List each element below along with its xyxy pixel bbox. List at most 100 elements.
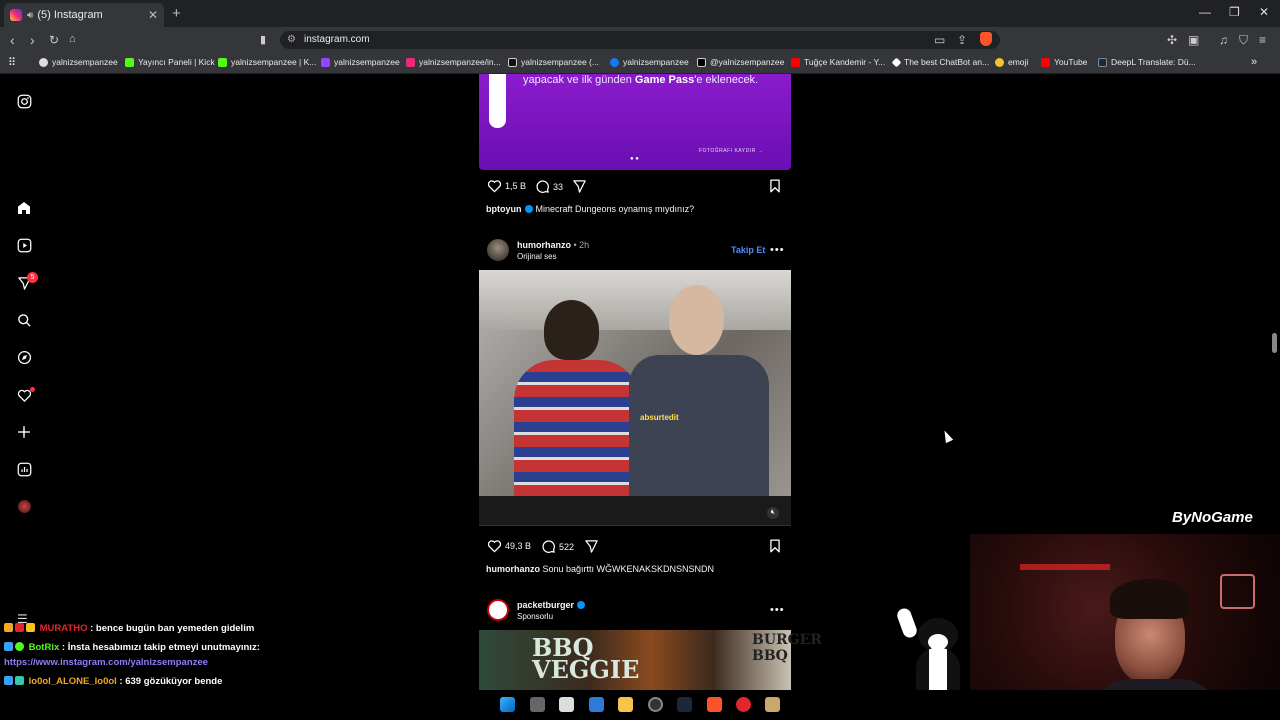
file-explorer-icon[interactable] <box>618 697 633 712</box>
bookmark-item[interactable]: DeepL Translate: Dü... <box>1098 57 1196 67</box>
chat-text: : İnsta hesabımızı takip etmeyi unutmayı… <box>59 642 260 653</box>
site-settings-icon[interactable]: ⚙ <box>287 34 296 45</box>
save-button[interactable] <box>769 539 784 553</box>
caption-username[interactable]: humorhanzo <box>486 564 540 574</box>
comment-button[interactable]: 522 <box>541 539 574 554</box>
minimize-icon[interactable]: — <box>1199 5 1211 19</box>
reload-icon[interactable]: ↻ <box>49 33 59 47</box>
forward-icon[interactable]: › <box>30 32 35 48</box>
app-icon[interactable] <box>736 697 751 712</box>
bookmark-item[interactable]: yalnizsempanzee | K... <box>218 57 316 67</box>
app-icon[interactable] <box>765 697 780 712</box>
chat-link[interactable]: https://www.instagram.com/yalnizsempanze… <box>4 657 208 668</box>
url-field[interactable]: ⚙ instagram.com <box>280 31 1000 49</box>
carousel-dots: ● ● <box>630 156 639 162</box>
follow-button[interactable]: Takip Et <box>731 245 765 255</box>
post-username[interactable]: packetburger <box>517 600 588 610</box>
like-button[interactable]: 49,3 B <box>487 539 531 553</box>
bookmark-item[interactable]: yalnizsempanzee <box>39 57 118 67</box>
bookmark-icon[interactable]: ▮ <box>260 33 266 46</box>
dashboard-icon[interactable] <box>15 460 33 478</box>
facebook-icon <box>610 57 619 67</box>
bpt-logo-icon <box>489 74 506 128</box>
audio-label[interactable]: Orijinal ses <box>517 252 557 261</box>
x-icon <box>697 57 706 67</box>
mute-icon[interactable]: 🔇︎ <box>767 507 779 519</box>
tab-title: (5) Instagram <box>37 9 103 21</box>
chat-message: MURATHO : bence bugün ban yemeden gideli… <box>4 623 254 634</box>
chat-badge-icon <box>15 676 24 685</box>
obs-icon[interactable] <box>648 697 663 712</box>
back-icon[interactable]: ‹ <box>10 32 15 48</box>
tiktok-icon <box>508 57 517 67</box>
caption-username[interactable]: bptoyun <box>486 204 522 214</box>
verified-badge-icon <box>524 205 533 213</box>
windows-start-icon[interactable] <box>500 697 515 712</box>
more-options-icon[interactable]: ••• <box>770 244 785 256</box>
tab-close-icon[interactable]: ✕ <box>148 8 158 22</box>
share-icon[interactable]: ⇪ <box>957 33 967 47</box>
send-icon <box>573 180 586 193</box>
brave-taskbar-icon[interactable] <box>707 697 722 712</box>
music-icon[interactable]: ♫ <box>1219 33 1228 47</box>
save-button[interactable] <box>769 179 784 193</box>
vpn-shield-icon[interactable]: ⛉ <box>1239 33 1248 48</box>
sponsored-label: Sponsorlu <box>517 612 554 621</box>
maximize-icon[interactable]: ❐ <box>1229 5 1240 19</box>
profile-avatar[interactable] <box>15 497 33 515</box>
address-toolbar: ‹ › ↻ ⌂ ▮ ⚙ instagram.com ▭ ⇪ ✣ ▣ ♫ ⛉ ≡ <box>0 27 1280 53</box>
search-icon[interactable] <box>15 311 33 329</box>
kick-icon <box>125 57 134 67</box>
post-caption: humorhanzo Sonu bağırttı WĞWKENAKSKDNSNS… <box>486 564 715 574</box>
comment-button[interactable]: 33 <box>535 179 563 194</box>
instagram-favicon-icon <box>10 9 22 21</box>
share-button[interactable] <box>584 539 602 554</box>
new-tab-button[interactable]: + <box>172 5 181 22</box>
tab-instagram[interactable]: 🔊︎ (5) Instagram ✕ <box>4 3 164 27</box>
bookmark-item[interactable]: yalnizsempanzee <box>610 57 689 67</box>
bookmark-item[interactable]: emoji <box>995 57 1028 67</box>
man-head <box>669 285 724 355</box>
user-avatar[interactable] <box>487 599 509 621</box>
cast-icon[interactable]: ▭ <box>934 33 945 47</box>
home-icon[interactable] <box>15 199 33 217</box>
chat-badge-icon <box>4 623 13 632</box>
bookmark-item[interactable]: Tuğçe Kandemir - Y... <box>791 57 885 67</box>
deepl-icon <box>1098 57 1107 67</box>
task-view-icon[interactable] <box>530 697 545 712</box>
bookmarks-bar: ⠿ yalnizsempanzee Yayıncı Paneli | Kick … <box>0 53 1280 74</box>
extensions-icon[interactable]: ✣ <box>1167 33 1177 47</box>
reels-icon[interactable] <box>15 236 33 254</box>
create-icon[interactable] <box>15 423 33 441</box>
photos-icon[interactable] <box>589 697 604 712</box>
menu-icon[interactable]: ≡ <box>1259 33 1266 47</box>
instagram-logo-icon[interactable] <box>15 92 33 110</box>
home-icon[interactable]: ⌂ <box>69 33 76 45</box>
bookmark-item[interactable]: yalnizsempanzee/in... <box>406 57 501 67</box>
post-username[interactable]: humorhanzo • 2h <box>517 240 589 250</box>
explore-icon[interactable] <box>15 348 33 366</box>
bookmark-item[interactable]: The best ChatBot an... <box>891 57 989 67</box>
notepad-icon[interactable] <box>559 697 574 712</box>
bookmark-item[interactable]: yalnizsempanzee <box>321 57 400 67</box>
browser-tab-bar: 🔊︎ (5) Instagram ✕ + — ❐ ✕ <box>0 0 1280 27</box>
image-text-burger: BURGER BBQ <box>752 632 822 664</box>
man-suit <box>629 355 769 496</box>
speaker-icon[interactable]: 🔊︎ <box>27 10 33 21</box>
more-options-icon[interactable]: ••• <box>770 604 785 616</box>
user-avatar[interactable] <box>487 239 509 261</box>
brave-shields-icon[interactable] <box>980 32 992 46</box>
close-window-icon[interactable]: ✕ <box>1259 5 1269 19</box>
bookmark-item[interactable]: @yalnizsempanzee <box>697 57 784 67</box>
bookmark-item[interactable]: Yayıncı Paneli | Kick <box>125 57 215 67</box>
share-button[interactable] <box>572 179 590 194</box>
bookmark-item[interactable]: YouTube <box>1041 57 1087 67</box>
bookmarks-overflow-icon[interactable]: » <box>1251 56 1257 68</box>
like-button[interactable]: 1,5 B <box>487 179 526 193</box>
bookmark-item[interactable]: yalnizsempanzee (... <box>508 57 599 67</box>
apps-grid-icon[interactable]: ⠿ <box>8 56 16 69</box>
page-scrollbar[interactable] <box>1272 333 1277 353</box>
post-video[interactable] <box>479 270 791 496</box>
steam-icon[interactable] <box>677 697 692 712</box>
sidebar-icon[interactable]: ▣ <box>1188 33 1199 47</box>
